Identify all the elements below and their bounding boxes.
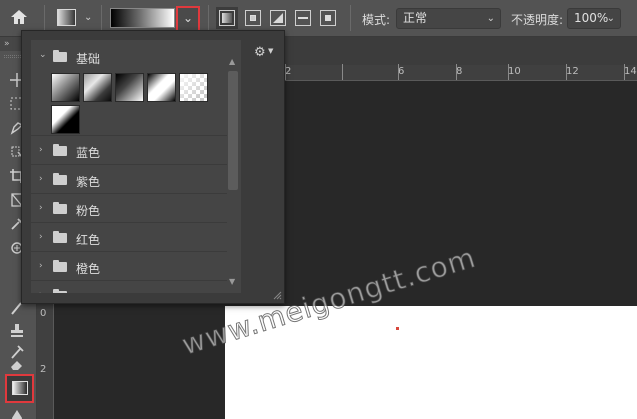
chevron-right-icon[interactable]: › [39,290,43,293]
folder-icon [53,231,67,243]
document-tab-bar [285,37,637,65]
folder-icon [53,289,67,293]
chevron-right-icon[interactable]: › [39,174,43,184]
gradient-picker-dropdown-button[interactable]: ⌄ [176,6,200,32]
mode-label: 模式: [362,13,391,27]
gradient-swatch[interactable] [83,73,112,102]
divider [44,5,45,31]
gear-icon[interactable]: ⚙ [254,45,266,60]
opacity-input[interactable]: 100% ⌄ [567,8,621,29]
diamond-gradient-button[interactable] [320,10,336,26]
gradient-swatch[interactable] [179,73,208,102]
folder-icon [53,202,67,214]
blend-mode-select[interactable]: 正常 ⌄ [396,8,501,29]
gradient-swatch[interactable] [51,73,80,102]
gradient-folder-pink[interactable]: › 粉色 [31,195,227,223]
canvas-marker [396,327,399,330]
chevron-down-icon[interactable]: ⌄ [84,12,92,23]
folder-label: 蓝色 [76,146,101,160]
home-icon[interactable] [8,6,30,28]
gradient-swatches [51,73,216,135]
divider [101,5,102,31]
gradient-folder-orange[interactable]: › 橙色 [31,253,227,281]
gradient-tool-button[interactable] [5,374,34,403]
gradient-folder-blue[interactable]: › 蓝色 [31,137,227,165]
ruler-tick-label: 14 [624,66,637,77]
gradient-picker-popup: ⌄ 基础 › 蓝色 › 紫色 › 粉色 › 红色 › 橙色 ▲ ▼ ⚙ ▼ [21,30,285,304]
gradient-preset-list[interactable]: ⌄ 基础 › 蓝色 › 紫色 › 粉色 › 红色 › 橙色 [31,40,241,293]
eraser-tool-icon[interactable] [8,355,26,373]
gradient-tool-icon [12,381,28,395]
folder-label: 紫色 [76,175,101,189]
gradient-swatch[interactable] [147,73,176,102]
ruler-tick-label: 12 [566,66,579,77]
scrollbar-thumb[interactable] [228,71,238,190]
ruler-tick-label: 10 [508,66,521,77]
folder-icon [53,260,67,272]
linear-gradient-button[interactable] [219,10,235,26]
reflected-gradient-button[interactable] [295,10,311,26]
gradient-folder-basic[interactable]: ⌄ 基础 [31,40,227,136]
horizontal-ruler: 2 6 8 10 12 14 [285,64,637,81]
scroll-up-icon[interactable]: ▲ [229,57,235,66]
angle-gradient-button[interactable] [270,10,286,26]
gradient-preview[interactable] [110,8,175,28]
folder-label: 基础 [76,52,101,66]
folder-icon [53,144,67,156]
vertical-ruler: 0 2 [37,304,54,419]
ruler-tick-label: 0 [40,308,47,319]
gradient-swatch[interactable] [51,105,80,134]
chevron-down-icon[interactable]: ⌄ [39,50,47,60]
gradient-folder-red[interactable]: › 红色 [31,224,227,252]
radial-gradient-button[interactable] [245,10,261,26]
chevron-down-icon[interactable]: ▼ [268,47,273,55]
chevron-right-icon[interactable]: › [39,145,43,155]
folder-icon [53,173,67,185]
folder-label: 橙色 [76,262,101,276]
folder-label: 粉色 [76,204,101,218]
chevron-right-icon[interactable]: › [39,261,43,271]
gradient-swatch[interactable] [115,73,144,102]
chevron-down-icon: ⌄ [486,13,495,24]
gradient-folder-purple[interactable]: › 紫色 [31,166,227,194]
gradient-folder-partial[interactable]: › [31,282,227,293]
chevron-right-icon[interactable]: › [39,232,43,242]
clone-stamp-tool-icon[interactable] [8,321,26,339]
blur-tool-icon[interactable] [8,407,26,419]
chevron-right-icon[interactable]: › [39,203,43,213]
blend-mode-value: 正常 [403,11,428,25]
divider [208,5,209,31]
folder-icon [53,50,67,62]
chevron-down-icon: ⌄ [606,13,615,24]
ruler-tick-label: 2 [40,364,47,375]
opacity-label: 不透明度: [511,13,564,27]
gradient-tool-preset-icon[interactable] [57,9,76,26]
folder-label: 红色 [76,233,101,247]
divider [350,5,351,31]
opacity-value: 100% [574,11,609,25]
scroll-down-icon[interactable]: ▼ [229,277,235,286]
